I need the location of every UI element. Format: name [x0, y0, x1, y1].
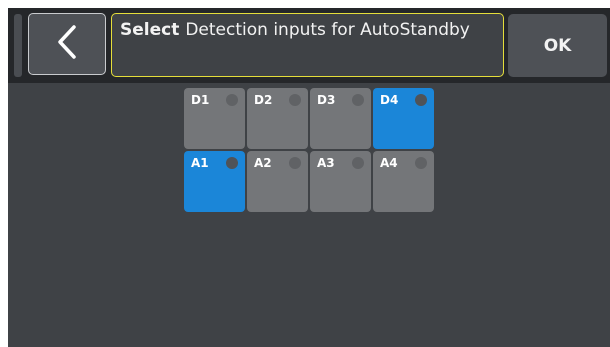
status-dot-icon — [289, 94, 301, 106]
title-text: Detection inputs for AutoStandby — [185, 20, 470, 40]
status-dot-icon — [226, 157, 238, 169]
header-left-strip — [14, 14, 22, 77]
input-toggle-a1[interactable]: A1 — [184, 151, 245, 212]
back-button[interactable] — [28, 13, 106, 75]
input-label: D3 — [317, 93, 336, 107]
input-toggle-a2[interactable]: A2 — [247, 151, 308, 212]
title-action: Select — [120, 20, 180, 40]
input-label: A1 — [191, 156, 209, 170]
status-dot-icon — [415, 94, 427, 106]
input-toggle-d4[interactable]: D4 — [373, 88, 434, 149]
status-dot-icon — [352, 94, 364, 106]
title-box: Select Detection inputs for AutoStandby — [111, 13, 504, 77]
input-label: D4 — [380, 93, 399, 107]
input-toggle-d2[interactable]: D2 — [247, 88, 308, 149]
input-label: A2 — [254, 156, 272, 170]
input-label: A4 — [380, 156, 398, 170]
input-label: A3 — [317, 156, 335, 170]
device-screen: Select Detection inputs for AutoStandby O… — [8, 8, 610, 347]
status-dot-icon — [289, 157, 301, 169]
input-toggle-a3[interactable]: A3 — [310, 151, 371, 212]
input-grid: D1 D2 D3 D4 A1 A2 A3 A4 — [184, 88, 438, 212]
input-toggle-d3[interactable]: D3 — [310, 88, 371, 149]
input-label: D1 — [191, 93, 210, 107]
chevron-left-icon — [56, 24, 78, 64]
ok-button[interactable]: OK — [508, 14, 607, 77]
input-toggle-d1[interactable]: D1 — [184, 88, 245, 149]
status-dot-icon — [226, 94, 238, 106]
input-label: D2 — [254, 93, 273, 107]
header-bar: Select Detection inputs for AutoStandby O… — [8, 8, 610, 83]
status-dot-icon — [415, 157, 427, 169]
status-dot-icon — [352, 157, 364, 169]
input-toggle-a4[interactable]: A4 — [373, 151, 434, 212]
